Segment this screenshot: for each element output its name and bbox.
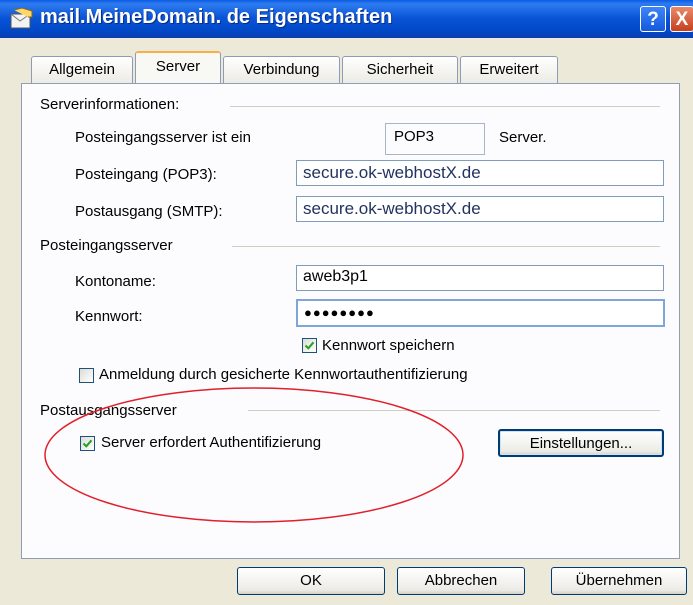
window-title: mail.MeineDomain. de Eigenschaften [40, 6, 393, 28]
tab-verbindung[interactable]: Verbindung [223, 56, 340, 83]
cancel-button[interactable]: Abbrechen [397, 567, 525, 595]
ok-button[interactable]: OK [237, 567, 385, 595]
mail-account-icon [10, 8, 33, 29]
password-label: Kennwort: [75, 308, 143, 325]
tab-erweitert[interactable]: Erweitert [460, 56, 558, 83]
account-name-label: Kontoname: [75, 273, 156, 290]
save-password-checkbox[interactable] [302, 338, 317, 353]
serverinfo-group-label: Serverinformationen: [40, 96, 184, 113]
account-name-input[interactable]: aweb3p1 [296, 265, 664, 291]
spa-label[interactable]: Anmeldung durch gesicherte Kennwortauthe… [99, 366, 468, 383]
tab-sicherheit[interactable]: Sicherheit [342, 56, 458, 83]
auth-required-checkbox[interactable] [80, 436, 95, 451]
outgoing-group-label: Postausgangsserver [40, 402, 181, 419]
group-divider [248, 410, 660, 411]
checkmark-icon [304, 341, 315, 350]
close-button[interactable]: X [670, 6, 693, 32]
tab-allgemein[interactable]: Allgemein [31, 56, 133, 83]
incoming-group-label: Posteingangsserver [40, 237, 177, 254]
server-type-label: Posteingangsserver ist ein [75, 129, 251, 146]
save-password-label[interactable]: Kennwort speichern [322, 337, 455, 354]
outgoing-server-input[interactable]: secure.ok-webhostX.de [296, 196, 664, 222]
title-bar[interactable]: mail.MeineDomain. de Eigenschaften ? X [0, 0, 693, 38]
spa-checkbox[interactable] [79, 368, 94, 383]
server-type-value: POP3 [385, 123, 485, 155]
help-button[interactable]: ? [640, 6, 666, 32]
apply-button[interactable]: Übernehmen [551, 567, 687, 595]
incoming-server-input[interactable]: secure.ok-webhostX.de [296, 160, 664, 186]
server-type-suffix: Server. [499, 129, 547, 146]
group-divider [230, 106, 660, 107]
incoming-server-label: Posteingang (POP3): [75, 166, 217, 183]
settings-button[interactable]: Einstellungen... [498, 429, 664, 457]
tab-server[interactable]: Server [135, 51, 221, 83]
properties-dialog: mail.MeineDomain. de Eigenschaften ? X A… [0, 0, 693, 605]
group-divider [232, 246, 660, 247]
password-input[interactable]: ●●●●●●●● [296, 299, 665, 327]
auth-required-label[interactable]: Server erfordert Authentifizierung [101, 434, 321, 451]
outgoing-server-label: Postausgang (SMTP): [75, 203, 223, 220]
checkmark-icon [82, 439, 93, 448]
